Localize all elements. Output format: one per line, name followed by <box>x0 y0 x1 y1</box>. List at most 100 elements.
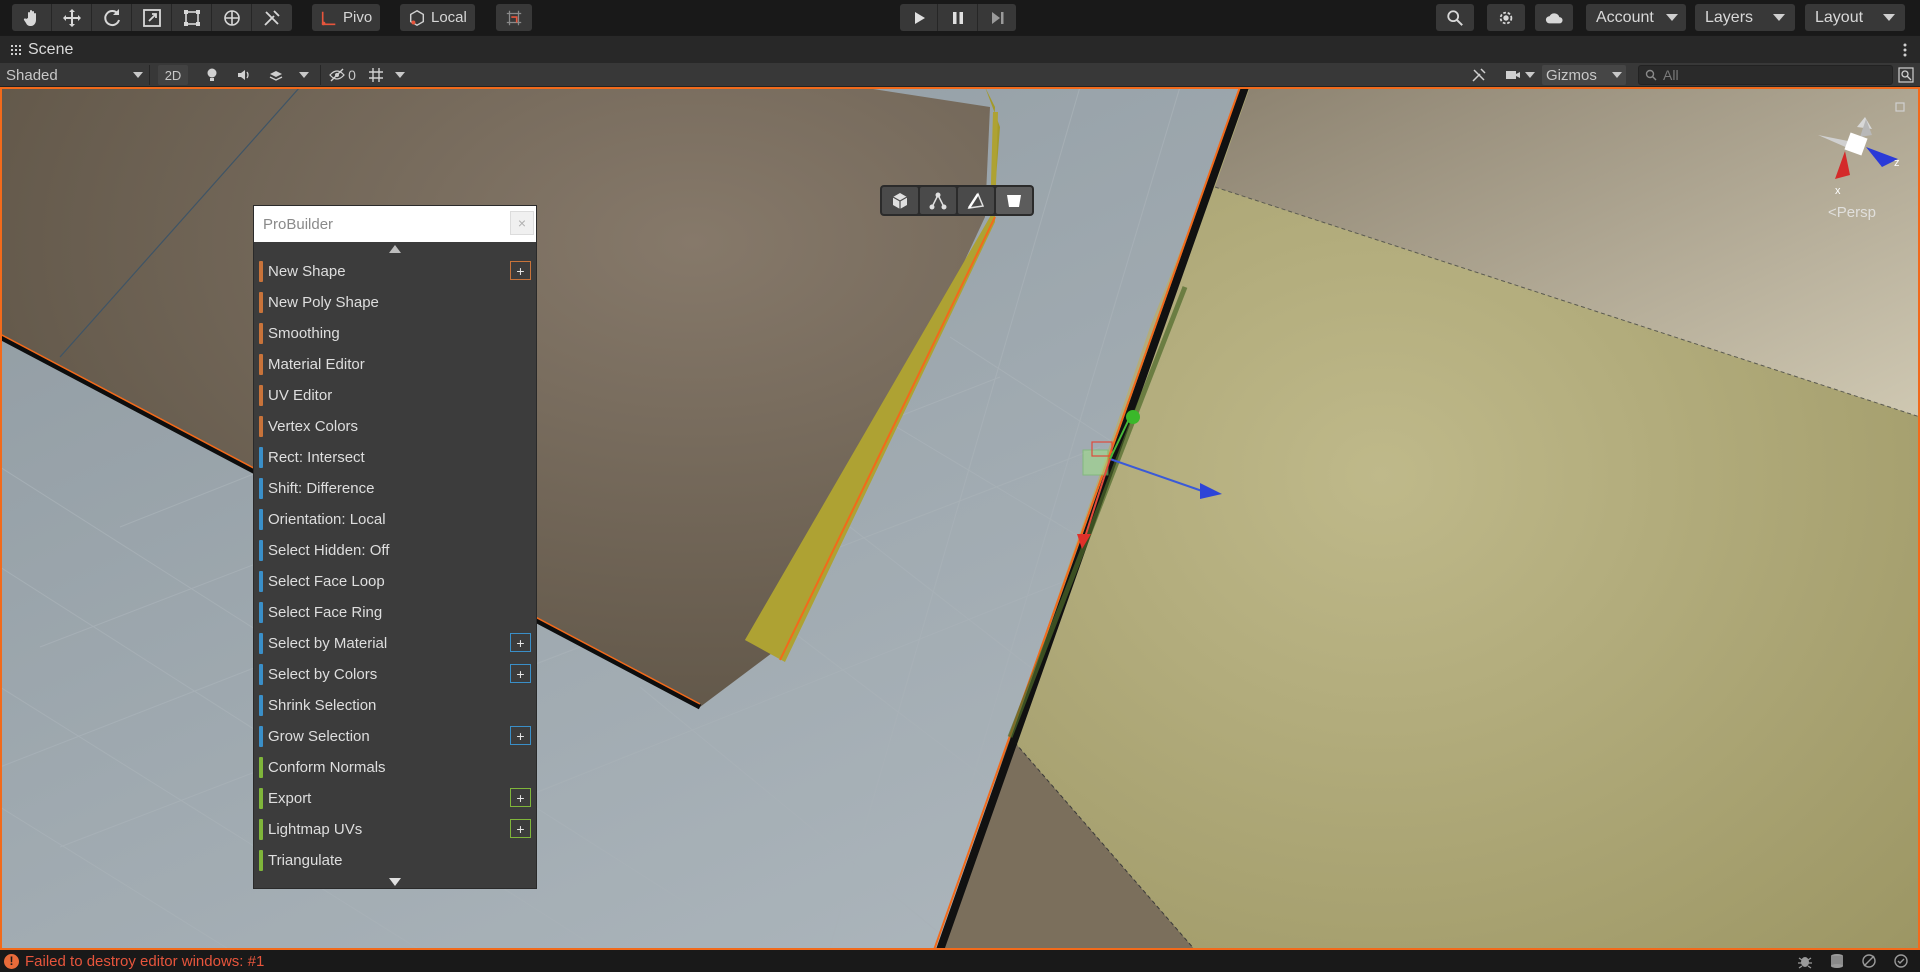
hidden-objects-toggle[interactable]: 0 <box>320 65 360 85</box>
check-circle-icon[interactable] <box>1892 953 1910 969</box>
local-toggle[interactable]: Local <box>400 4 475 31</box>
rect-transform-icon <box>183 9 200 26</box>
play-button[interactable] <box>900 4 938 31</box>
grid-dropdown[interactable] <box>392 65 408 85</box>
grid-icon <box>369 68 383 82</box>
probuilder-title-bar[interactable]: ProBuilder × <box>254 206 536 242</box>
probuilder-action-item[interactable]: Export + <box>254 783 536 814</box>
search-icon <box>1447 9 1463 26</box>
settings-button[interactable] <box>1487 4 1525 31</box>
window-tab-bar: Scene <box>0 35 1920 63</box>
probuilder-action-item[interactable]: Smoothing <box>254 318 536 349</box>
probuilder-action-item[interactable]: Select by Colors + <box>254 659 536 690</box>
options-plus-button[interactable]: + <box>510 261 531 280</box>
probuilder-action-item[interactable]: UV Editor <box>254 380 536 411</box>
grid-snap-icon <box>506 10 522 25</box>
scene-viewport[interactable]: x z <Persp ProBuilder × New Shape + New Po… <box>0 87 1920 950</box>
scroll-up-button[interactable] <box>254 242 536 256</box>
options-plus-button[interactable]: + <box>510 788 531 807</box>
effects-toggle[interactable] <box>264 65 288 85</box>
camera-icon <box>1506 71 1520 79</box>
transform-tool-button[interactable] <box>212 4 252 31</box>
edge-mode-button[interactable] <box>958 187 994 214</box>
probuilder-action-item[interactable]: Grow Selection + <box>254 721 536 752</box>
probuilder-action-item[interactable]: Material Editor <box>254 349 536 380</box>
account-dropdown[interactable]: Account <box>1586 4 1686 31</box>
status-message[interactable]: Failed to destroy editor windows: #1 <box>25 953 264 970</box>
pivot-toggle[interactable]: Pivo <box>312 4 381 31</box>
no-network-icon[interactable] <box>1860 953 1878 969</box>
action-label: Shrink Selection <box>268 697 377 714</box>
category-color-bar <box>259 571 263 592</box>
probuilder-action-item[interactable]: Triangulate <box>254 845 536 876</box>
probuilder-action-item[interactable]: Vertex Colors <box>254 411 536 442</box>
tab-scene[interactable]: Scene <box>0 36 83 64</box>
scroll-down-button[interactable] <box>254 878 536 886</box>
vertex-mode-button[interactable] <box>920 187 956 214</box>
probuilder-action-list: New Shape + New Poly Shape Smoothing Materia… <box>254 256 536 876</box>
probuilder-action-item[interactable]: Lightmap UVs + <box>254 814 536 845</box>
grid-toggle[interactable] <box>364 65 388 85</box>
probuilder-component-modes <box>880 185 1034 216</box>
options-plus-button[interactable]: + <box>510 664 531 683</box>
scene-view-toolbar: Shaded 2D 0 Gizmos All <box>0 63 1920 87</box>
chevron-down-icon <box>395 72 405 78</box>
camera-dropdown[interactable] <box>1502 65 1538 85</box>
axis-z-label: z <box>1894 157 1900 169</box>
gizmos-dropdown[interactable]: Gizmos <box>1542 65 1626 85</box>
cloud-button[interactable] <box>1535 4 1573 31</box>
options-plus-button[interactable]: + <box>510 633 531 652</box>
pivot-icon <box>321 11 336 25</box>
bug-icon[interactable] <box>1796 953 1814 969</box>
probuilder-action-item[interactable]: Select Face Ring <box>254 597 536 628</box>
hand-tool-button[interactable] <box>12 4 52 31</box>
layers-dropdown[interactable]: Layers <box>1695 4 1795 31</box>
close-button[interactable]: × <box>510 211 534 235</box>
step-button[interactable] <box>978 4 1016 31</box>
main-toolbar: Pivo Local Account Layers Layout <box>0 0 1920 35</box>
object-mode-button[interactable] <box>882 187 918 214</box>
probuilder-action-item[interactable]: Select Face Loop <box>254 566 536 597</box>
category-color-bar <box>259 323 263 344</box>
rect-tool-button[interactable] <box>172 4 212 31</box>
probuilder-action-item[interactable]: Orientation: Local <box>254 504 536 535</box>
rotate-icon <box>103 8 120 26</box>
category-color-bar <box>259 602 263 623</box>
tools-toggle[interactable] <box>1468 65 1490 85</box>
lighting-toggle[interactable] <box>200 65 224 85</box>
probuilder-action-item[interactable]: New Shape + <box>254 256 536 287</box>
probuilder-action-item[interactable]: Rect: Intersect <box>254 442 536 473</box>
shading-mode-dropdown[interactable]: Shaded <box>0 65 150 85</box>
speaker-icon <box>238 70 249 80</box>
probuilder-action-item[interactable]: Select by Material + <box>254 628 536 659</box>
wrench-icon <box>264 9 280 26</box>
pause-button[interactable] <box>938 4 978 31</box>
cache-server-icon[interactable] <box>1828 953 1846 969</box>
probuilder-action-item[interactable]: Shift: Difference <box>254 473 536 504</box>
probuilder-action-item[interactable]: New Poly Shape <box>254 287 536 318</box>
scene-search-input[interactable]: All <box>1638 65 1893 85</box>
2d-toggle[interactable]: 2D <box>158 65 188 85</box>
hidden-count: 0 <box>348 67 356 83</box>
chevron-down-icon <box>1525 72 1535 78</box>
effects-dropdown[interactable] <box>296 65 312 85</box>
grid-snap-button[interactable] <box>496 4 532 31</box>
more-options-icon[interactable] <box>1902 42 1908 58</box>
move-icon <box>62 8 81 27</box>
probuilder-action-item[interactable]: Shrink Selection <box>254 690 536 721</box>
move-tool-button[interactable] <box>52 4 92 31</box>
layout-dropdown[interactable]: Layout <box>1805 4 1905 31</box>
custom-tool-button[interactable] <box>252 4 292 31</box>
scale-tool-button[interactable] <box>132 4 172 31</box>
projection-label[interactable]: <Persp <box>1828 204 1876 221</box>
category-color-bar <box>259 292 263 313</box>
options-plus-button[interactable]: + <box>510 819 531 838</box>
options-plus-button[interactable]: + <box>510 726 531 745</box>
rotate-tool-button[interactable] <box>92 4 132 31</box>
audio-toggle[interactable] <box>232 65 256 85</box>
face-mode-button[interactable] <box>996 187 1032 214</box>
probuilder-action-item[interactable]: Conform Normals <box>254 752 536 783</box>
search-options-button[interactable] <box>1896 65 1916 85</box>
search-button[interactable] <box>1436 4 1474 31</box>
probuilder-action-item[interactable]: Select Hidden: Off <box>254 535 536 566</box>
